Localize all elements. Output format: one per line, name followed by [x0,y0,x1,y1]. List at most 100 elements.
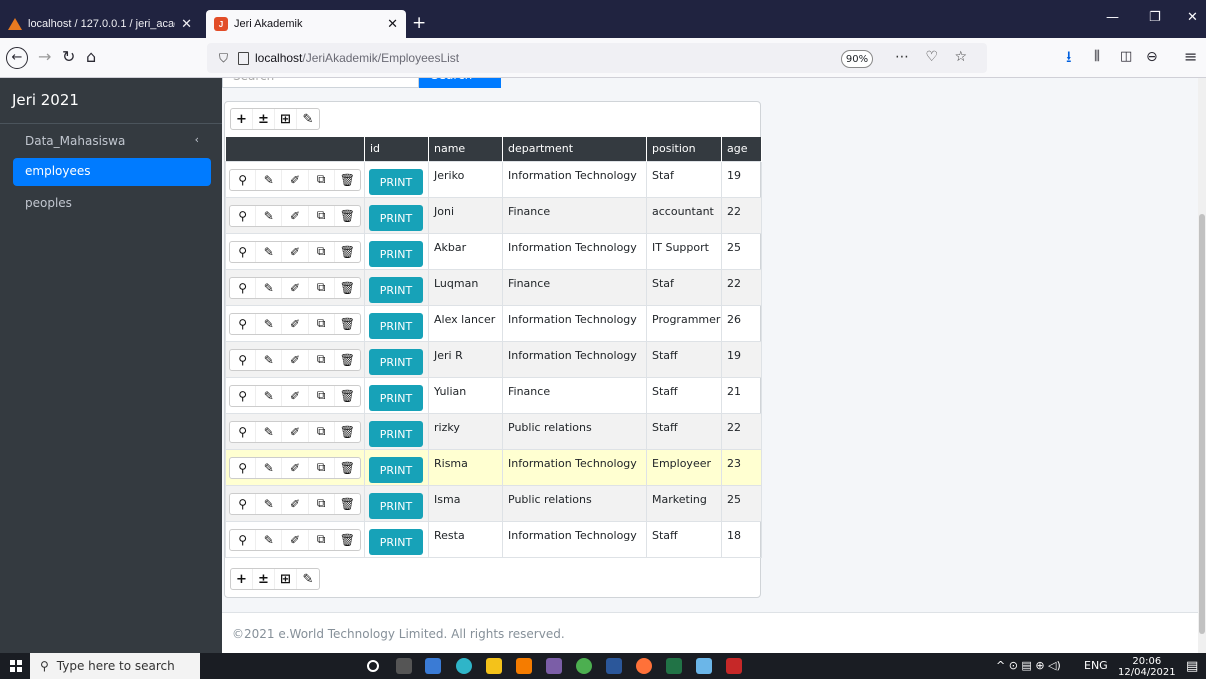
library-icon[interactable]: ⫼ [1094,47,1100,67]
inline-edit-icon[interactable]: ✐ [282,349,309,370]
close-tab-icon[interactable]: ✕ [387,16,398,32]
inline-edit-icon[interactable]: ✐ [282,205,309,226]
table-row[interactable]: ⚲ ✎ ✐ ⧉ 🗑 PRINT Joni Finance accountant 22 [225,196,762,234]
edit-icon[interactable]: ✎ [256,385,283,406]
url-bar[interactable]: ⛉ localhost /JeriAkademik/EmployeesList … [207,43,987,73]
delete-icon[interactable]: 🗑 [335,278,360,298]
page-info-icon[interactable] [238,51,250,65]
inline-add-icon[interactable]: ± [253,569,275,589]
add-icon[interactable]: + [231,569,253,589]
edit-icon[interactable]: ✎ [256,241,283,262]
sublime-text-icon[interactable] [516,658,532,674]
table-row[interactable]: ⚲ ✎ ✐ ⧉ 🗑 PRINT Akbar Information Technology IT … [225,232,762,270]
inline-edit-icon[interactable]: ✐ [282,313,309,334]
tray-icons[interactable]: ^ ⊙ ▤ ⊕ ◁) [996,659,1061,672]
edit-icon[interactable]: ✎ [256,313,283,334]
delete-icon[interactable]: 🗑 [335,530,360,550]
delete-icon[interactable]: 🗑 [335,242,360,262]
page-actions[interactable]: ⋯ ♡ ☆ [895,49,973,65]
delete-icon[interactable]: 🗑 [335,386,360,406]
table-row[interactable]: ⚲ ✎ ✐ ⧉ 🗑 PRINT Alex lancer Information Technol… [225,304,762,342]
copy-icon[interactable]: ⧉ [309,241,335,262]
reload-icon[interactable]: ↻ [62,47,75,67]
close-tab-icon[interactable]: ✕ [181,16,192,32]
copy-icon[interactable]: ⧉ [309,277,335,298]
copy-icon[interactable]: ⧉ [309,385,335,406]
close-window-icon[interactable]: ✕ [1187,10,1198,25]
delete-icon[interactable]: 🗑 [335,314,360,334]
minimize-icon[interactable]: — [1106,10,1119,25]
column-header-age[interactable]: age [721,137,762,161]
column-header-id[interactable]: id [364,137,429,161]
search-input[interactable]: Search [222,78,419,88]
delete-icon[interactable]: 🗑 [335,494,360,514]
view-icon[interactable]: ⚲ [230,277,257,298]
edge-icon[interactable] [456,658,472,674]
copy-icon[interactable]: ⧉ [309,421,335,442]
zoom-level[interactable]: 90% [841,50,873,68]
delete-icon[interactable]: 🗑 [335,206,360,226]
inline-edit-icon[interactable]: ✐ [282,421,309,442]
windows-start-icon[interactable] [10,660,22,672]
inline-add-icon[interactable]: ± [253,109,275,129]
table-row[interactable]: ⚲ ✎ ✐ ⧉ 🗑 PRINT Luqman Finance Staf 22 [225,268,762,306]
print-button[interactable]: PRINT [369,384,423,411]
copy-icon[interactable]: ⧉ [309,457,335,478]
home-icon[interactable]: ⌂ [86,47,96,67]
print-button[interactable]: PRINT [369,456,423,483]
print-button[interactable]: PRINT [369,492,423,519]
language-indicator[interactable]: ENG [1084,659,1108,672]
search-button[interactable]: Search [419,78,501,88]
inline-edit-icon[interactable]: ✐ [282,277,309,298]
view-icon[interactable]: ⚲ [230,385,257,406]
account-icon[interactable]: ⊖ [1146,47,1158,67]
edit-icon[interactable]: ✎ [256,493,283,514]
file-explorer-icon[interactable] [486,658,502,674]
firefox-icon[interactable] [636,658,652,674]
table-row[interactable]: ⚲ ✎ ✐ ⧉ 🗑 PRINT Resta Information Technology Sta… [225,520,762,558]
inline-edit-icon[interactable]: ✐ [282,529,309,550]
edit-icon[interactable]: ✎ [256,529,283,550]
brand-title[interactable]: Jeri 2021 [0,78,222,124]
inline-edit-icon[interactable]: ✐ [282,169,309,190]
task-view-icon[interactable] [396,658,412,674]
taskbar-search[interactable]: ⚲ Type here to search [30,653,200,679]
column-header-position[interactable]: position [646,137,722,161]
grid-edit-icon[interactable]: ✎ [297,109,319,129]
page-scrollbar[interactable] [1198,78,1206,653]
app-icon[interactable] [696,658,712,674]
grid-add-icon[interactable]: ⊞ [275,569,297,589]
restore-icon[interactable]: ❐ [1149,10,1161,25]
edit-icon[interactable]: ✎ [256,205,283,226]
print-button[interactable]: PRINT [369,528,423,555]
excel-icon[interactable] [666,658,682,674]
sidebar-item-employees[interactable]: employees [13,158,211,186]
tracking-shield-icon[interactable]: ⛉ [219,51,228,66]
menu-icon[interactable]: ≡ [1184,47,1197,67]
delete-icon[interactable]: 🗑 [335,422,360,442]
sidebar-item-peoples[interactable]: peoples [13,190,211,218]
pdf-app-icon[interactable] [726,658,742,674]
table-row[interactable]: ⚲ ✎ ✐ ⧉ 🗑 PRINT Jeri R Information Technology St… [225,340,762,378]
view-icon[interactable]: ⚲ [230,529,257,550]
view-icon[interactable]: ⚲ [230,169,257,190]
forward-icon[interactable]: → [38,47,51,67]
inline-edit-icon[interactable]: ✐ [282,241,309,262]
copy-icon[interactable]: ⧉ [309,529,335,550]
store-icon[interactable] [425,658,441,674]
edit-icon[interactable]: ✎ [256,457,283,478]
back-icon[interactable]: ← [6,47,28,69]
edit-icon[interactable]: ✎ [256,169,283,190]
delete-icon[interactable]: 🗑 [335,458,360,478]
inline-edit-icon[interactable]: ✐ [282,457,309,478]
print-button[interactable]: PRINT [369,420,423,447]
table-row[interactable]: ⚲ ✎ ✐ ⧉ 🗑 PRINT rizky Public relations Staff 22 [225,412,762,450]
print-button[interactable]: PRINT [369,276,423,303]
chrome-icon[interactable] [576,658,592,674]
view-icon[interactable]: ⚲ [230,313,257,334]
view-icon[interactable]: ⚲ [230,205,257,226]
sidebar-item-data-mahasiswa[interactable]: Data_Mahasiswa ‹ [13,128,211,156]
notifications-icon[interactable]: ▤ [1186,659,1198,674]
print-button[interactable]: PRINT [369,204,423,231]
copy-icon[interactable]: ⧉ [309,349,335,370]
